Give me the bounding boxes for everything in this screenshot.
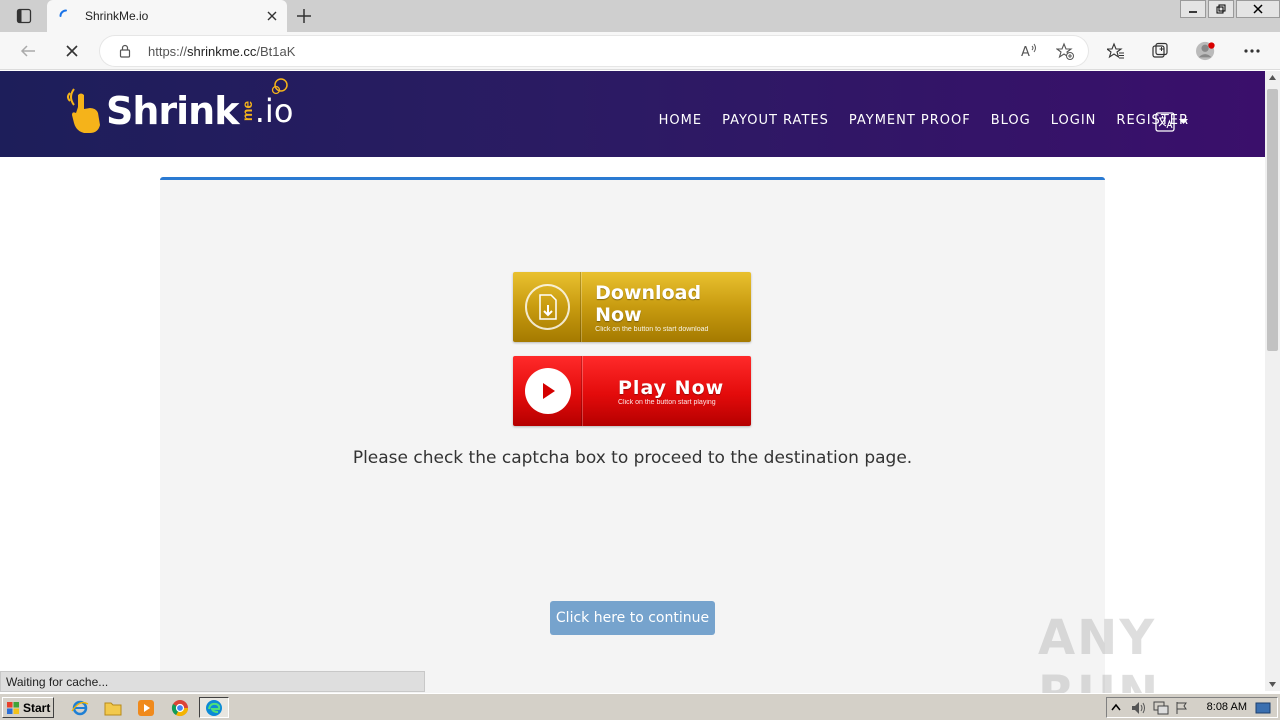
new-tab-icon[interactable] [295,7,313,25]
tab-strip: ShrinkMe.io [0,0,1280,32]
status-bar: Waiting for cache... [0,671,425,692]
more-options-icon[interactable] [1242,41,1262,61]
start-label: Start [23,700,51,715]
tab-close-icon[interactable] [265,9,279,23]
system-tray: 8:08 AM [1106,697,1278,718]
nav-home[interactable]: HOME [659,113,702,128]
scroll-up-icon[interactable] [1268,73,1277,82]
start-button[interactable]: Start [2,697,54,718]
button-divider [580,272,582,342]
continue-button[interactable]: Click here to continue [550,601,715,635]
chrome-icon[interactable] [168,697,192,718]
volume-icon[interactable] [1131,701,1147,715]
download-now-sublabel: Click on the button to start download [595,325,709,333]
window-close-icon[interactable] [1236,0,1280,18]
network-icon[interactable] [1153,701,1169,715]
site-header: Shrink me .io HOME PAYOUT RATES PAYMENT … [0,71,1265,157]
translate-icon [1155,112,1175,132]
captcha-message: Please check the captcha box to proceed … [352,448,913,468]
address-bar[interactable]: https://shrinkme.cc/Bt1aK A [100,36,1088,66]
nav-payout-rates[interactable]: PAYOUT RATES [722,113,829,128]
logo-rings-icon [272,78,289,95]
stop-loading-icon[interactable] [62,41,82,61]
download-now-button[interactable]: Download Now Click on the button to star… [513,272,751,342]
internet-explorer-icon[interactable] [68,697,92,718]
lock-icon[interactable] [118,44,132,58]
caret-down-icon [1179,119,1188,124]
content-card: Download Now Click on the button to star… [160,177,1105,697]
play-icon [525,368,571,414]
tab-title: ShrinkMe.io [85,9,149,23]
nav-login[interactable]: LOGIN [1051,113,1097,128]
windows-logo-icon [7,701,19,714]
play-now-sublabel: Click on the button start playing [618,398,716,406]
play-now-label: Play Now [618,376,725,399]
back-icon[interactable] [18,41,38,61]
tab-actions-icon[interactable] [8,6,40,26]
logo-text: Shrink [106,89,240,133]
action-center-flag-icon[interactable] [1175,701,1189,715]
restore-icon[interactable] [1208,0,1234,18]
browser-tab[interactable]: ShrinkMe.io [47,0,287,32]
download-now-label: Download Now [595,281,702,326]
media-player-icon[interactable] [134,697,158,718]
window-controls [1178,0,1280,18]
taskbar-clock[interactable]: 8:08 AM [1207,701,1247,713]
add-favorite-icon[interactable] [1056,42,1074,60]
minimize-icon[interactable] [1180,0,1206,18]
hand-pointer-icon [67,88,100,133]
scrollbar-thumb[interactable] [1267,89,1278,351]
favorites-icon[interactable] [1106,41,1126,61]
taskbar: Start 8:08 AM [0,693,1280,720]
collections-icon[interactable] [1150,41,1170,61]
svg-text:A: A [1021,45,1030,60]
nav-payment-proof[interactable]: PAYMENT PROOF [849,113,971,128]
site-logo[interactable]: Shrink me .io [62,78,293,137]
edge-taskbar-icon[interactable] [199,697,229,718]
play-now-button[interactable]: Play Now Click on the button start playi… [513,356,751,426]
read-aloud-icon[interactable]: A [1020,42,1038,60]
profile-avatar[interactable] [1196,41,1216,61]
show-desktop-icon[interactable] [1255,701,1271,715]
page-scrollbar[interactable] [1265,71,1280,691]
logo-me-text: me [238,100,255,122]
download-document-icon [525,284,571,330]
button-divider [581,356,582,426]
nav-blog[interactable]: BLOG [991,113,1031,128]
url-text[interactable]: https://shrinkme.cc/Bt1aK [148,44,295,59]
language-selector[interactable] [1155,111,1191,133]
file-explorer-icon[interactable] [101,697,125,718]
loading-spinner-icon [59,9,67,17]
main-nav: HOME PAYOUT RATES PAYMENT PROOF BLOG LOG… [659,113,1189,128]
show-hidden-icons-icon[interactable] [1111,703,1121,713]
browser-toolbar: https://shrinkme.cc/Bt1aK A [0,32,1280,70]
